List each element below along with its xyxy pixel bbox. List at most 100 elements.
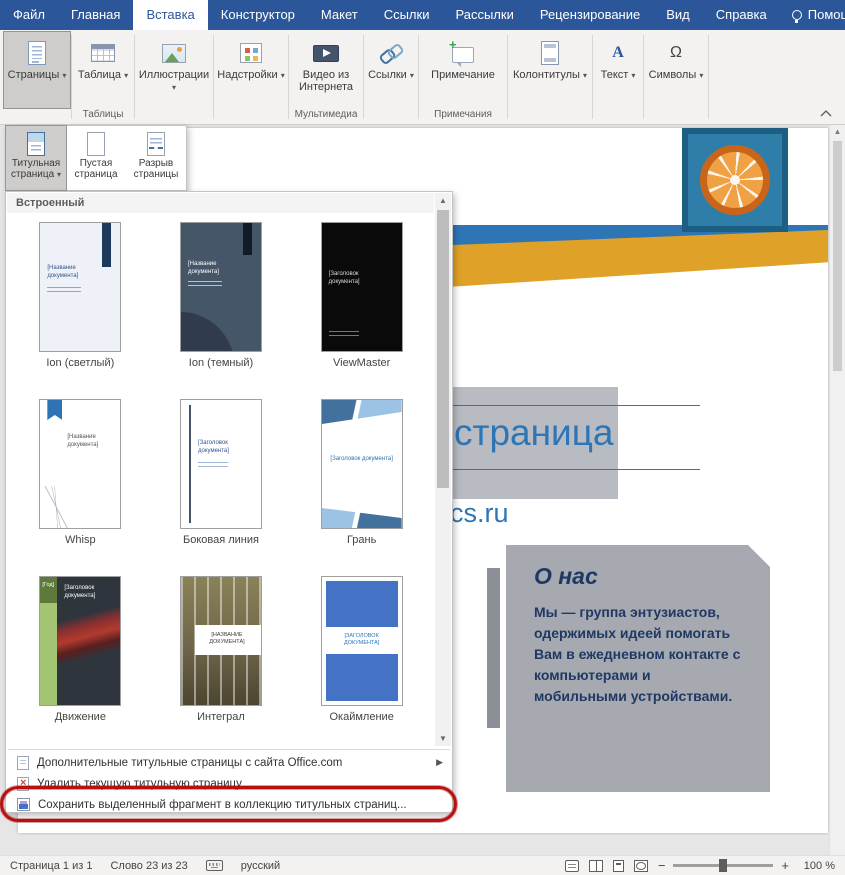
cover-template-ion-dark[interactable]: [Название документа] Ion (темный) xyxy=(151,216,292,393)
group-label-symbols xyxy=(645,108,707,124)
ribbon-group-comments: Примечание Примечания xyxy=(420,30,506,124)
save-selection-to-gallery-menu-item[interactable]: Сохранить выделенный фрагмент в коллекци… xyxy=(7,794,451,815)
read-mode-icon[interactable] xyxy=(589,860,603,872)
tab-layout[interactable]: Макет xyxy=(308,0,371,30)
cover-template-name: Окаймление xyxy=(330,711,394,723)
comment-plus-icon xyxy=(452,47,474,63)
status-bar-right: − + 100 % xyxy=(565,858,835,873)
document-scrollbar[interactable]: ▲ xyxy=(829,125,845,855)
cover-template-bordered[interactable]: [ЗАГОЛОВОК ДОКУМЕНТА] Окаймление xyxy=(291,570,432,747)
notes-view-icon[interactable] xyxy=(565,860,579,872)
ribbon-group-header-footer: Колонтитулы ▾ xyxy=(509,30,591,124)
omega-icon xyxy=(670,44,682,62)
ribbon-tab-bar: Файл Главная Вставка Конструктор Макет С… xyxy=(0,0,845,30)
cover-template-motion[interactable]: [Год] [Заголовок документа] Движение xyxy=(10,570,151,747)
keyboard-icon[interactable] xyxy=(206,860,223,871)
cover-template-name: Whisp xyxy=(65,534,96,546)
insert-addins-button[interactable]: Надстройки ▾ xyxy=(215,32,287,108)
lightbulb-icon xyxy=(792,10,802,20)
insert-table-button[interactable]: Таблица ▾ xyxy=(73,32,133,108)
chevron-down-icon: ▾ xyxy=(124,71,128,80)
more-cover-pages-menu-item[interactable]: Дополнительные титульные страницы с сайт… xyxy=(7,752,451,773)
tab-insert[interactable]: Вставка xyxy=(133,0,207,30)
zoom-out-button[interactable]: − xyxy=(658,858,666,873)
word-count-indicator[interactable]: Слово 23 из 23 xyxy=(110,860,187,872)
cover-template-name: Боковая линия xyxy=(183,534,259,546)
zoom-slider-thumb[interactable] xyxy=(719,859,727,872)
cover-template-viewmaster[interactable]: [Заголовок документа] ViewMaster xyxy=(291,216,432,393)
cover-template-name: Ion (темный) xyxy=(189,357,253,369)
video-icon xyxy=(313,45,339,62)
addins-icon xyxy=(240,43,262,63)
insert-illustrations-button[interactable]: Иллюстрации ▾ xyxy=(136,32,212,108)
cover-thumbnail: [Заголовок документа] xyxy=(321,222,403,352)
cover-thumbnail: [ЗАГОЛОВОК ДОКУМЕНТА] xyxy=(321,576,403,706)
table-icon xyxy=(91,44,115,62)
gallery-scroll-up-icon[interactable]: ▲ xyxy=(435,193,451,208)
scroll-up-icon[interactable]: ▲ xyxy=(830,125,845,139)
web-layout-icon[interactable] xyxy=(634,860,648,872)
tab-view[interactable]: Вид xyxy=(653,0,703,30)
group-label-comments: Примечания xyxy=(420,108,506,124)
gallery-grid: [Название документа] Ion (светлый) [Назв… xyxy=(10,216,432,747)
ribbon-group-multimedia: Видео из Интернета Мультимедиа xyxy=(290,30,362,124)
language-indicator[interactable]: русский xyxy=(241,860,280,872)
gallery-scroll-down-icon[interactable]: ▼ xyxy=(435,731,451,746)
help-menu-button[interactable]: Помощь xyxy=(780,0,845,30)
gallery-scrollbar[interactable]: ▲ ▼ xyxy=(435,193,451,746)
group-label-pages xyxy=(4,108,70,124)
cover-template-ion-light[interactable]: [Название документа] Ion (светлый) xyxy=(10,216,151,393)
tab-references[interactable]: Ссылки xyxy=(371,0,443,30)
insert-symbols-button[interactable]: Символы ▾ xyxy=(645,32,707,108)
orange-slice-logo-icon xyxy=(700,145,770,215)
status-bar-left: Страница 1 из 1 Слово 23 из 23 русский xyxy=(10,860,280,872)
cover-template-name: Грань xyxy=(347,534,376,546)
tab-mailings[interactable]: Рассылки xyxy=(442,0,526,30)
cover-template-whisp[interactable]: [Название документа] Whisp xyxy=(10,393,151,570)
group-label-header-footer xyxy=(509,108,591,124)
tab-home[interactable]: Главная xyxy=(58,0,133,30)
ribbon-group-text: Текст ▾ xyxy=(594,30,642,124)
link-icon xyxy=(380,42,402,64)
document-scrollbar-thumb[interactable] xyxy=(833,141,842,371)
tab-review[interactable]: Рецензирование xyxy=(527,0,653,30)
tab-design[interactable]: Конструктор xyxy=(208,0,308,30)
ribbon-group-illustrations: Иллюстрации ▾ xyxy=(136,30,212,124)
ribbon-group-addins: Надстройки ▾ xyxy=(215,30,287,124)
tab-help[interactable]: Справка xyxy=(703,0,780,30)
cover-template-facet[interactable]: [Заголовок документа] Грань xyxy=(291,393,432,570)
insert-text-button[interactable]: Текст ▾ xyxy=(594,32,642,108)
collapse-ribbon-button[interactable] xyxy=(817,105,835,121)
insert-comment-button[interactable]: Примечание xyxy=(420,32,506,108)
print-layout-icon[interactable] xyxy=(613,860,624,872)
site-url-text: cs.ru xyxy=(450,498,509,529)
pages-icon xyxy=(28,41,46,65)
insert-header-footer-button[interactable]: Колонтитулы ▾ xyxy=(509,32,591,108)
zoom-level-indicator[interactable]: 100 % xyxy=(799,860,835,872)
blank-page-button[interactable]: Пустая страница xyxy=(66,126,126,190)
group-label-links xyxy=(365,108,417,124)
zoom-in-button[interactable]: + xyxy=(781,858,789,873)
zoom-slider[interactable] xyxy=(673,864,773,867)
insert-links-button[interactable]: Ссылки ▾ xyxy=(365,32,417,108)
cover-page-button[interactable]: Титульная страница ▾ xyxy=(6,126,66,190)
cover-template-integral[interactable]: [НАЗВАНИЕ ДОКУМЕНТА] Интеграл xyxy=(151,570,292,747)
chevron-down-icon: ▾ xyxy=(631,71,635,80)
online-cover-pages-icon xyxy=(17,756,29,770)
remove-cover-page-menu-item[interactable]: Удалить текущую титульную страницу xyxy=(7,773,451,794)
insert-pages-button[interactable]: Страницы ▾ xyxy=(4,32,70,108)
cover-template-sideline[interactable]: [Заголовок документа] Боковая линия xyxy=(151,393,292,570)
ribbon-group-tables: Таблица ▾ Таблицы xyxy=(73,30,133,124)
gallery-section-header: Встроенный xyxy=(7,193,434,213)
group-label-text xyxy=(594,108,642,124)
page-number-indicator[interactable]: Страница 1 из 1 xyxy=(10,860,92,872)
ribbon-divider xyxy=(708,35,709,119)
help-label: Помощь xyxy=(808,0,845,30)
group-label-tables: Таблицы xyxy=(73,108,133,124)
chevron-down-icon: ▾ xyxy=(699,71,703,80)
gallery-scrollbar-thumb[interactable] xyxy=(437,210,449,488)
page-break-button[interactable]: Разрыв страницы xyxy=(126,126,186,190)
cover-thumbnail: [Заголовок документа] xyxy=(321,399,403,529)
insert-online-video-button[interactable]: Видео из Интернета xyxy=(290,32,362,108)
tab-file[interactable]: Файл xyxy=(0,0,58,30)
